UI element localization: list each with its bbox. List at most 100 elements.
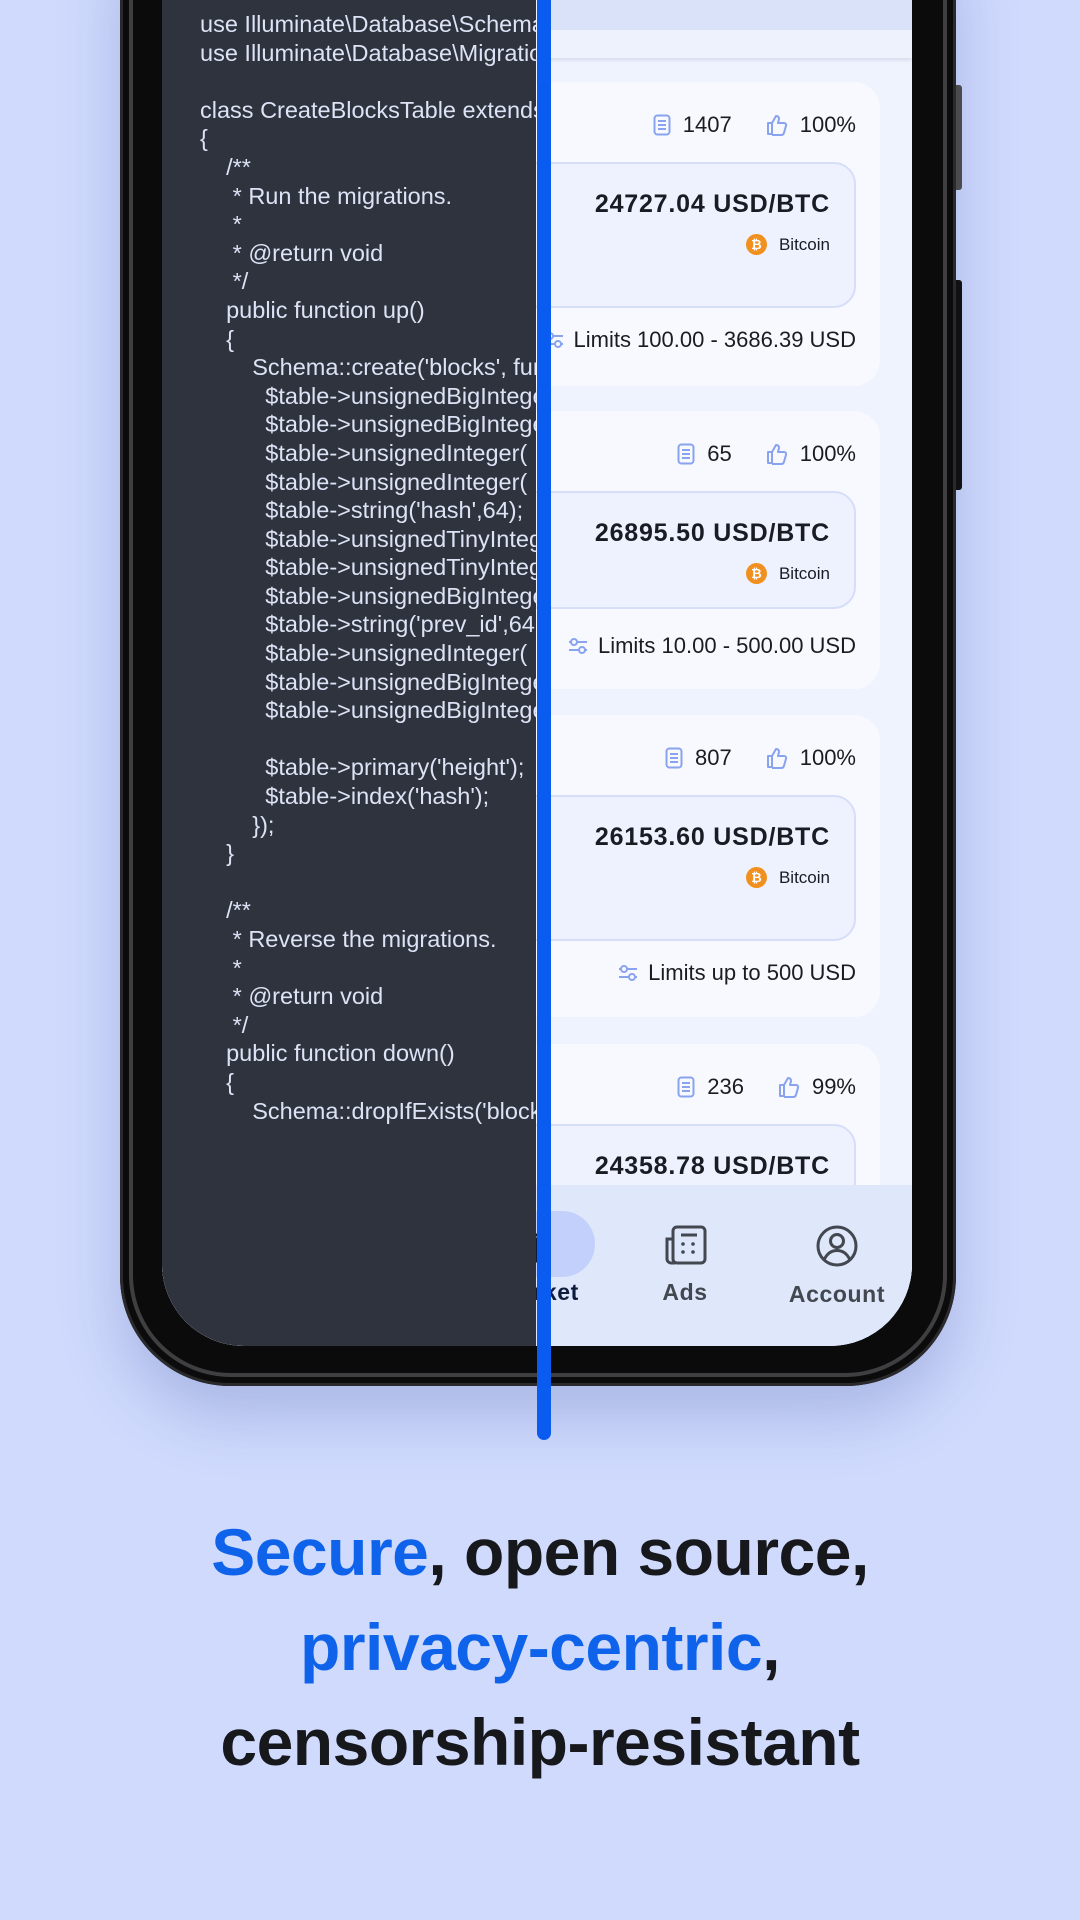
- trades-value: 65: [707, 441, 732, 466]
- coin-name: Bitcoin: [778, 563, 830, 583]
- code-line: $table->unsignedInteger(: [200, 439, 528, 466]
- code-line: /**: [200, 153, 251, 180]
- limits-text: Limits up to 500 USD: [648, 960, 856, 985]
- offer-limits: Limits 10.00 - 500.00 USD: [568, 633, 856, 659]
- code-line: $table->unsignedBigInteger: [200, 411, 536, 438]
- headline-text: , open source,: [428, 1515, 869, 1589]
- rating-value: 100%: [799, 441, 856, 466]
- code-line: * Reverse the migrations.: [200, 926, 497, 952]
- thumbs-up-icon: [766, 748, 787, 769]
- code-line: $table->index('hash');: [200, 783, 490, 810]
- code-line: */: [200, 268, 249, 295]
- code-line: $table->unsignedTinyInteger: [200, 554, 536, 581]
- code-line: class CreateBlocksTable extends Migratio…: [200, 96, 536, 123]
- ads-icon: [665, 1225, 707, 1265]
- trades-count: 236: [677, 1074, 744, 1100]
- code-line: public function up(): [200, 296, 425, 323]
- trades-count: 65: [677, 441, 732, 467]
- document-icon: [653, 114, 671, 136]
- rating: 100%: [766, 441, 856, 467]
- coin-label: ₿ Bitcoin: [745, 867, 830, 888]
- document-icon: [665, 747, 683, 769]
- offer-limits: Limits 100.00 - 3686.39 USD: [544, 327, 857, 353]
- offer-price: 24358.78 USD/BTC: [594, 1152, 830, 1180]
- code-line: $table->unsignedTinyInteger: [200, 525, 536, 552]
- code-line: use Illuminate\Database\Schema\Blueprint…: [200, 11, 536, 37]
- headline-text: censorship-resistant: [220, 1705, 860, 1779]
- headline-highlight: privacy-centric: [300, 1610, 763, 1684]
- code-line: *: [200, 211, 242, 238]
- rating-value: 100%: [799, 745, 856, 770]
- offer-limits: Limits up to 500 USD: [618, 960, 856, 986]
- document-icon: [677, 443, 695, 465]
- coin-name: Bitcoin: [778, 234, 830, 254]
- code-line: }: [200, 840, 234, 867]
- code-line: */: [200, 1011, 249, 1038]
- code-line: $table->unsignedInteger(: [200, 640, 528, 667]
- nav-label: Ads: [662, 1279, 708, 1305]
- code-line: $table->primary('height');: [200, 754, 525, 781]
- nav-label: Account: [788, 1281, 886, 1307]
- headline-text: ,: [762, 1610, 780, 1684]
- bitcoin-icon: ₿: [745, 867, 767, 888]
- code-line: Schema::dropIfExists('blocks');: [200, 1097, 536, 1124]
- rating-value: 99%: [811, 1074, 856, 1099]
- headline-line-1: Secure, open source,: [0, 1505, 1080, 1600]
- code-line: public function down(): [200, 1040, 455, 1067]
- code-line: $table->unsignedBigInteger: [200, 582, 536, 609]
- offer-stats: 807 100%: [665, 745, 856, 771]
- code-line: $table->string('hash',64);: [200, 497, 524, 524]
- offer-price: 24727.04 USD/BTC: [594, 190, 830, 218]
- rating-value: 100%: [799, 112, 856, 137]
- rating: 100%: [766, 112, 856, 138]
- trades-count: 807: [665, 745, 732, 771]
- bitcoin-icon: ₿: [745, 563, 767, 584]
- headline: Secure, open source, privacy-centric, ce…: [0, 1505, 1080, 1790]
- bitcoin-icon: ₿: [745, 234, 767, 255]
- offer-price: 26895.50 USD/BTC: [594, 519, 830, 547]
- source-code-panel: use Illuminate\Database\Schema\Blueprint…: [162, 0, 536, 1346]
- headline-line-3: censorship-resistant: [0, 1695, 1080, 1790]
- code-line: * @return void: [200, 983, 384, 1010]
- volume-button: [956, 85, 962, 190]
- power-button: [956, 280, 962, 490]
- headline-line-2: privacy-centric,: [0, 1600, 1080, 1695]
- code-line: $table->unsignedBigInteger: [200, 668, 536, 695]
- code-line: /**: [200, 897, 251, 924]
- code-line: $table->unsignedInteger(: [200, 468, 528, 495]
- code-line: $table->string('prev_id',64: [200, 611, 535, 638]
- trades-value: 807: [695, 745, 732, 770]
- nav-item-ads[interactable]: Ads: [610, 1211, 760, 1306]
- sliders-icon: [619, 965, 638, 981]
- rating: 100%: [766, 745, 856, 771]
- thumbs-up-icon: [766, 444, 787, 465]
- filter-button[interactable]: [782, 0, 882, 30]
- coin-name: Bitcoin: [778, 867, 830, 887]
- limits-text: Limits 100.00 - 3686.39 USD: [573, 327, 857, 352]
- code-line: *: [200, 954, 242, 981]
- code-line: {: [200, 1068, 234, 1095]
- offer-price: 26153.60 USD/BTC: [594, 823, 830, 851]
- comparison-slider-handle[interactable]: [537, 0, 551, 1440]
- trades-value: 236: [707, 1074, 744, 1099]
- offer-stats: 1407 100%: [653, 112, 856, 138]
- source-code: use Illuminate\Database\Schema\Blueprint…: [200, 10, 536, 1125]
- code-line: $table->unsignedBigInteger: [200, 697, 536, 724]
- offer-stats: 65 100%: [677, 441, 856, 467]
- trades-count: 1407: [653, 112, 732, 138]
- trades-value: 1407: [682, 112, 732, 137]
- limits-text: Limits 10.00 - 500.00 USD: [597, 633, 856, 658]
- coin-label: ₿ Bitcoin: [745, 563, 830, 584]
- headline-highlight: Secure: [211, 1515, 429, 1589]
- document-icon: [677, 1076, 695, 1098]
- code-line: {: [200, 125, 208, 152]
- nav-item-account[interactable]: Account: [762, 1211, 912, 1308]
- code-line: });: [200, 811, 275, 838]
- code-line: {: [200, 325, 234, 352]
- code-line: $table->unsignedBigInteger: [200, 382, 536, 409]
- code-line: * Run the migrations.: [200, 182, 453, 209]
- sliders-icon: [568, 638, 587, 654]
- offer-stats: 236 99%: [677, 1074, 856, 1100]
